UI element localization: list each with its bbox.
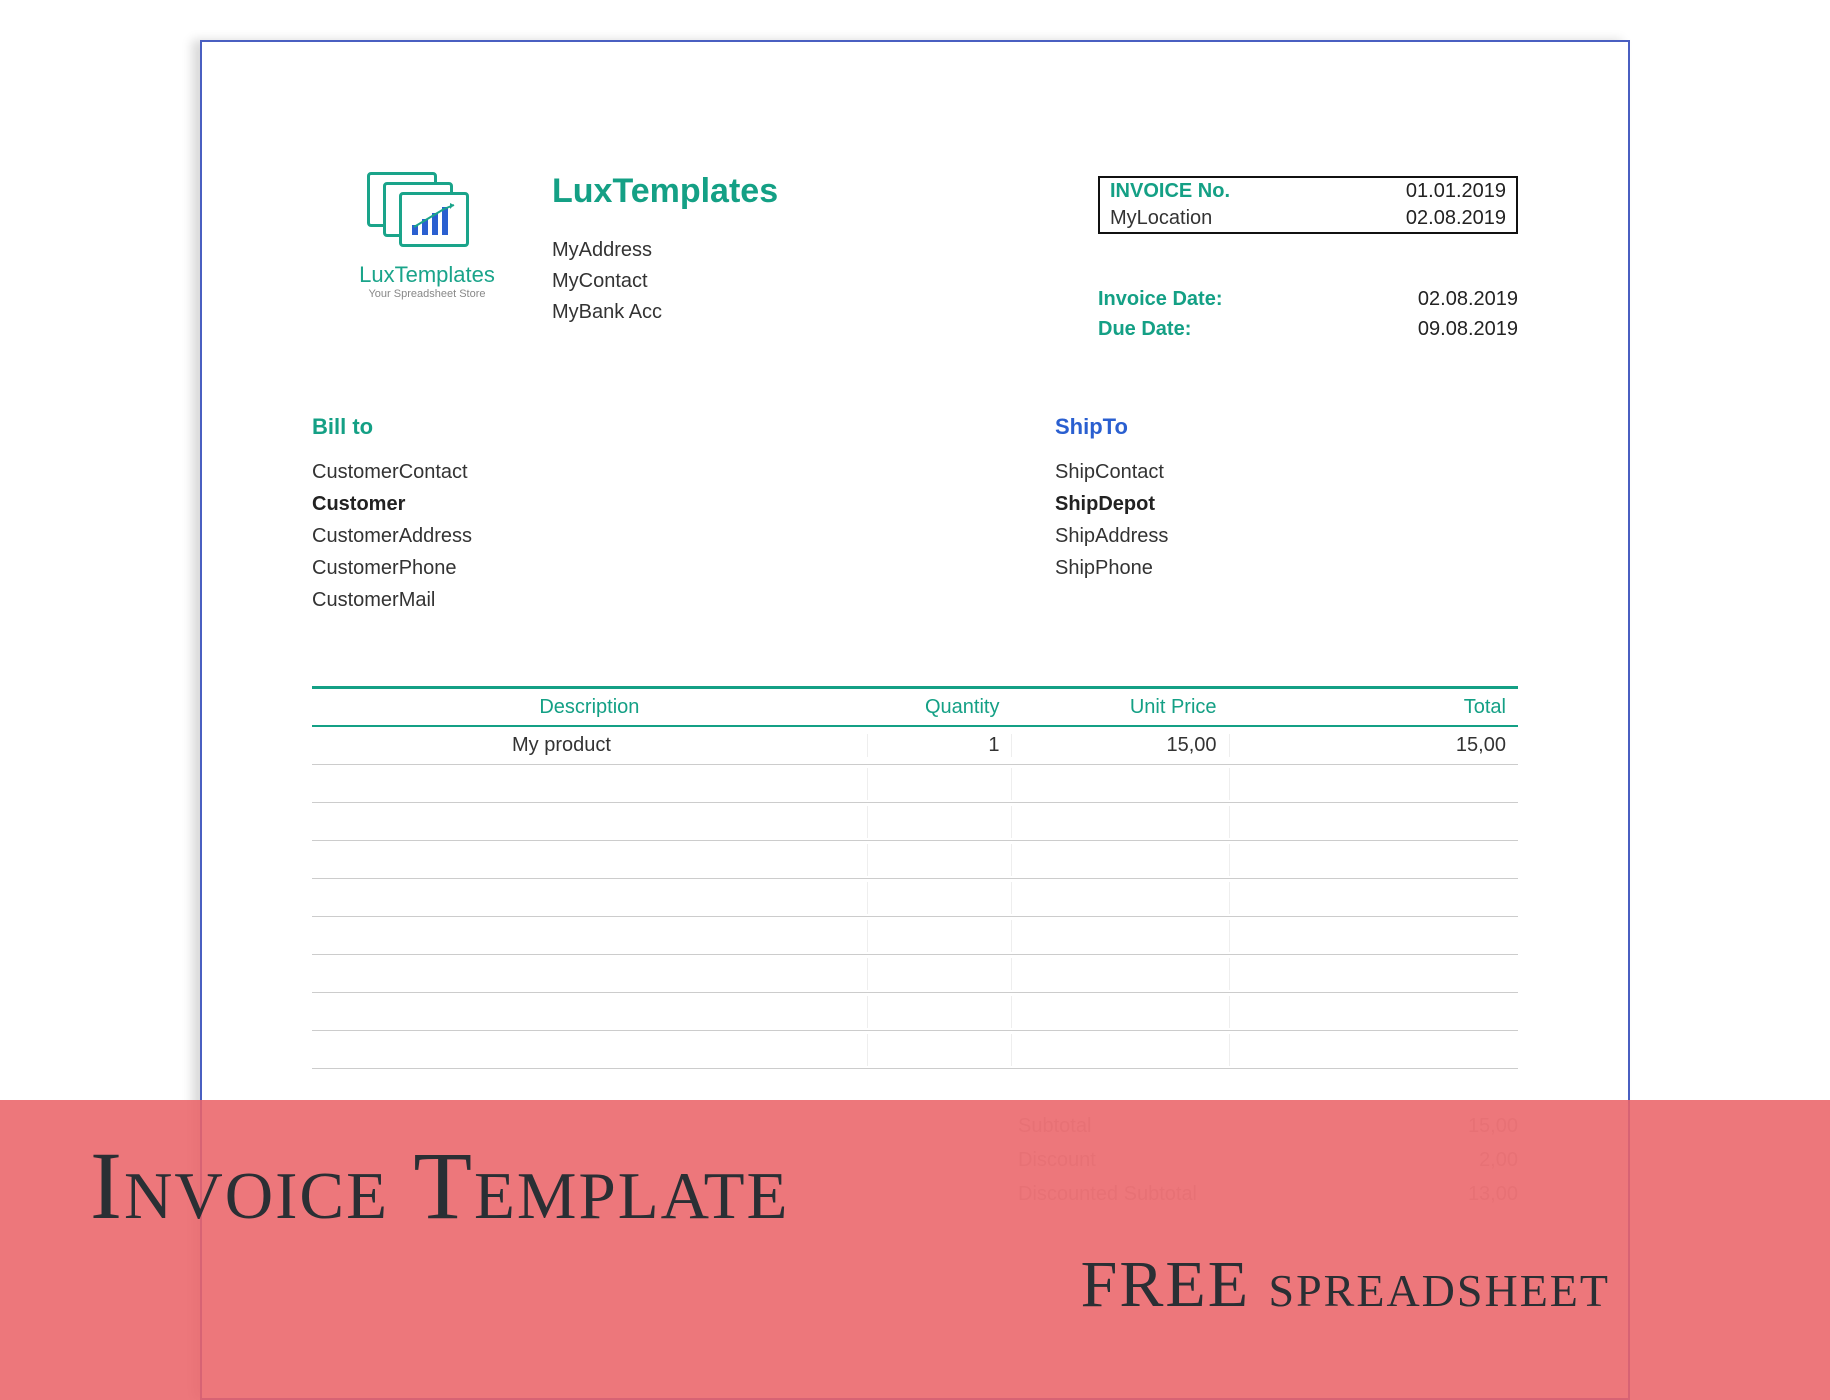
- bill-to-mail: CustomerMail: [312, 584, 775, 616]
- table-row: [312, 765, 1518, 803]
- table-row: [312, 841, 1518, 879]
- cell-total: 15,00: [1229, 734, 1518, 757]
- bill-to-phone: CustomerPhone: [312, 552, 775, 584]
- table-row: My product 1 15,00 15,00: [312, 727, 1518, 765]
- logo-block: LuxTemplates Your Spreadsheet Store: [312, 172, 542, 344]
- logo-icon: [367, 172, 487, 252]
- items-table: Description Quantity Unit Price Total My…: [312, 686, 1518, 1069]
- table-row: [312, 917, 1518, 955]
- company-address: MyAddress: [552, 235, 1098, 266]
- cell-unit-price: 15,00: [1011, 734, 1228, 757]
- invoice-meta-block: INVOICE No. 01.01.2019 MyLocation 02.08.…: [1098, 172, 1518, 344]
- due-date-value: 09.08.2019: [1418, 314, 1518, 344]
- parties-block: Bill to CustomerContact Customer Custome…: [312, 414, 1518, 616]
- ship-to-address: ShipAddress: [1055, 520, 1518, 552]
- table-row: [312, 1031, 1518, 1069]
- cell-description: My product: [312, 734, 867, 757]
- table-row: [312, 803, 1518, 841]
- cell-quantity: 1: [867, 734, 1012, 757]
- table-row: [312, 955, 1518, 993]
- invoice-loc-value: 02.08.2019: [1406, 207, 1506, 230]
- invoice-no-value: 01.01.2019: [1406, 180, 1506, 203]
- col-total: Total: [1229, 696, 1518, 719]
- overlay-banner: Invoice Template FREE spreadsheet: [0, 1100, 1830, 1400]
- invoice-date-label: Invoice Date:: [1098, 284, 1222, 314]
- table-header: Description Quantity Unit Price Total: [312, 689, 1518, 727]
- ship-to-title: ShipTo: [1055, 414, 1518, 440]
- banner-title: Invoice Template: [90, 1130, 1770, 1241]
- company-name: LuxTemplates: [552, 172, 1098, 211]
- invoice-loc-label: MyLocation: [1110, 207, 1212, 230]
- table-row: [312, 993, 1518, 1031]
- logo-brand: LuxTemplates: [359, 262, 495, 288]
- ship-to-block: ShipTo ShipContact ShipDepot ShipAddress…: [775, 414, 1518, 616]
- ship-to-phone: ShipPhone: [1055, 552, 1518, 584]
- col-description: Description: [312, 696, 867, 719]
- invoice-number-box: INVOICE No. 01.01.2019 MyLocation 02.08.…: [1098, 176, 1518, 234]
- company-block: LuxTemplates MyAddress MyContact MyBank …: [542, 172, 1098, 344]
- banner-subtitle: FREE spreadsheet: [90, 1247, 1770, 1323]
- bill-to-address: CustomerAddress: [312, 520, 775, 552]
- logo-tagline: Your Spreadsheet Store: [368, 288, 485, 300]
- company-bank: MyBank Acc: [552, 297, 1098, 328]
- col-unit-price: Unit Price: [1011, 696, 1228, 719]
- due-date-label: Due Date:: [1098, 314, 1191, 344]
- ship-to-name: ShipDepot: [1055, 488, 1518, 520]
- invoice-date-value: 02.08.2019: [1418, 284, 1518, 314]
- invoice-no-label: INVOICE No.: [1110, 180, 1230, 203]
- company-contact: MyContact: [552, 266, 1098, 297]
- ship-to-contact: ShipContact: [1055, 456, 1518, 488]
- table-row: [312, 879, 1518, 917]
- dates-block: Invoice Date: 02.08.2019 Due Date: 09.08…: [1098, 284, 1518, 344]
- bill-to-name: Customer: [312, 488, 775, 520]
- header-row: LuxTemplates Your Spreadsheet Store LuxT…: [312, 172, 1518, 344]
- bill-to-contact: CustomerContact: [312, 456, 775, 488]
- chart-icon: [410, 203, 458, 237]
- col-quantity: Quantity: [867, 696, 1012, 719]
- bill-to-title: Bill to: [312, 414, 775, 440]
- bill-to-block: Bill to CustomerContact Customer Custome…: [312, 414, 775, 616]
